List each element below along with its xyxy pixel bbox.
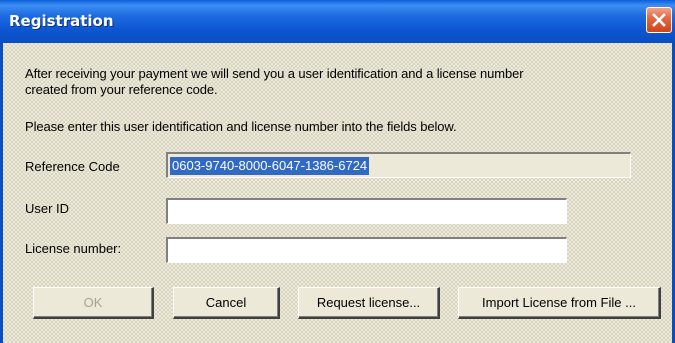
reference-code-label: Reference Code [25,159,120,174]
user-id-input[interactable] [168,200,566,223]
user-id-field[interactable] [166,198,567,224]
reference-code-field[interactable]: 0603-9740-8000-6047-1386-6724 [166,152,631,178]
reference-code-value[interactable]: 0603-9740-8000-6047-1386-6724 [170,157,370,175]
request-license-button[interactable]: Request license... [298,287,440,319]
dialog-body: After receiving your payment we will sen… [0,43,675,343]
license-number-field[interactable] [166,237,567,263]
message-line-1: After receiving your payment we will sen… [25,66,524,81]
license-number-input[interactable] [168,239,566,262]
close-icon [652,13,666,27]
title-bar[interactable]: Registration [0,0,675,43]
license-number-label: License number: [25,241,122,256]
import-license-button[interactable]: Import License from File ... [458,287,661,319]
cancel-button[interactable]: Cancel [173,287,280,319]
close-button[interactable] [646,7,672,33]
window-title: Registration [9,12,114,30]
ok-button[interactable]: OK [33,287,154,319]
message-line-2: created from your reference code. [25,82,218,97]
user-id-label: User ID [25,201,70,216]
message-line-3: Please enter this user identification an… [25,119,457,134]
